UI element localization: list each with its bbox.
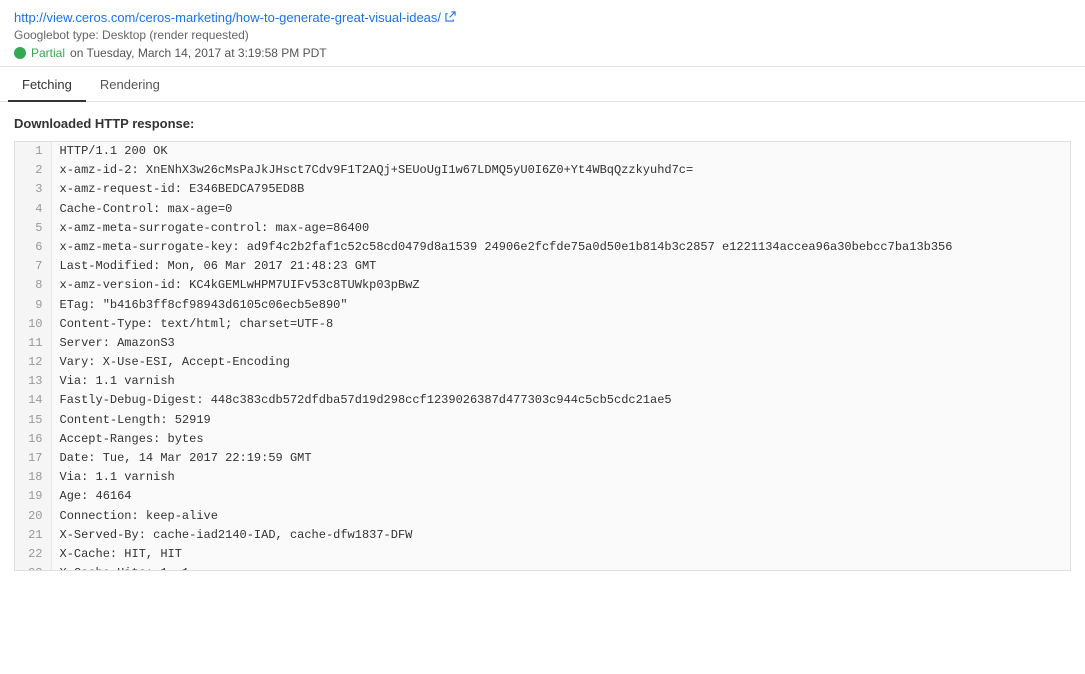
line-number: 13: [15, 372, 51, 391]
tabs-bar: Fetching Rendering: [0, 69, 1085, 102]
status-date: on Tuesday, March 14, 2017 at 3:19:58 PM…: [70, 46, 327, 60]
line-content: x-amz-id-2: XnENhX3w26cMsPaJkJHsct7Cdv9F…: [51, 161, 1070, 180]
line-content: x-amz-meta-surrogate-control: max-age=86…: [51, 219, 1070, 238]
line-content: Via: 1.1 varnish: [51, 372, 1070, 391]
url-row: http://view.ceros.com/ceros-marketing/ho…: [14, 10, 1071, 25]
table-row: 5 x-amz-meta-surrogate-control: max-age=…: [15, 219, 1070, 238]
bot-type: Googlebot type: Desktop (render requeste…: [14, 28, 1071, 42]
http-response-box[interactable]: 1 HTTP/1.1 200 OK 2 x-amz-id-2: XnENhX3w…: [14, 141, 1071, 571]
table-row: 1 HTTP/1.1 200 OK: [15, 142, 1070, 161]
line-number: 15: [15, 411, 51, 430]
table-row: 8 x-amz-version-id: KC4kGEMLwHPM7UIFv53c…: [15, 276, 1070, 295]
line-content: Content-Type: text/html; charset=UTF-8: [51, 315, 1070, 334]
line-content: HTTP/1.1 200 OK: [51, 142, 1070, 161]
line-content: Content-Length: 52919: [51, 411, 1070, 430]
line-content: Date: Tue, 14 Mar 2017 22:19:59 GMT: [51, 449, 1070, 468]
line-number: 4: [15, 200, 51, 219]
line-content: x-amz-request-id: E346BEDCA795ED8B: [51, 180, 1070, 199]
url-link[interactable]: http://view.ceros.com/ceros-marketing/ho…: [14, 10, 441, 25]
tab-rendering[interactable]: Rendering: [86, 69, 174, 102]
table-row: 20 Connection: keep-alive: [15, 507, 1070, 526]
table-row: 19 Age: 46164: [15, 487, 1070, 506]
tab-fetching[interactable]: Fetching: [8, 69, 86, 102]
table-row: 14 Fastly-Debug-Digest: 448c383cdb572dfd…: [15, 391, 1070, 410]
status-dot: [14, 47, 26, 59]
line-content: Connection: keep-alive: [51, 507, 1070, 526]
line-content: Vary: X-Use-ESI, Accept-Encoding: [51, 353, 1070, 372]
line-content: Cache-Control: max-age=0: [51, 200, 1070, 219]
top-bar: http://view.ceros.com/ceros-marketing/ho…: [0, 0, 1085, 67]
line-number: 3: [15, 180, 51, 199]
table-row: 15 Content-Length: 52919: [15, 411, 1070, 430]
table-row: 12 Vary: X-Use-ESI, Accept-Encoding: [15, 353, 1070, 372]
line-content: Age: 46164: [51, 487, 1070, 506]
table-row: 22 X-Cache: HIT, HIT: [15, 545, 1070, 564]
line-content: Accept-Ranges: bytes: [51, 430, 1070, 449]
line-number: 21: [15, 526, 51, 545]
line-number: 22: [15, 545, 51, 564]
table-row: 23 X-Cache-Hits: 1, 1: [15, 564, 1070, 571]
line-number: 16: [15, 430, 51, 449]
table-row: 18 Via: 1.1 varnish: [15, 468, 1070, 487]
line-number: 14: [15, 391, 51, 410]
line-content: Via: 1.1 varnish: [51, 468, 1070, 487]
line-content: x-amz-meta-surrogate-key: ad9f4c2b2faf1c…: [51, 238, 1070, 257]
table-row: 16 Accept-Ranges: bytes: [15, 430, 1070, 449]
table-row: 3 x-amz-request-id: E346BEDCA795ED8B: [15, 180, 1070, 199]
line-number: 1: [15, 142, 51, 161]
line-number: 23: [15, 564, 51, 571]
line-number: 10: [15, 315, 51, 334]
table-row: 11 Server: AmazonS3: [15, 334, 1070, 353]
line-number: 2: [15, 161, 51, 180]
response-table: 1 HTTP/1.1 200 OK 2 x-amz-id-2: XnENhX3w…: [15, 142, 1070, 571]
line-number: 7: [15, 257, 51, 276]
table-row: 7 Last-Modified: Mon, 06 Mar 2017 21:48:…: [15, 257, 1070, 276]
table-row: 10 Content-Type: text/html; charset=UTF-…: [15, 315, 1070, 334]
line-number: 8: [15, 276, 51, 295]
status-line: Partial on Tuesday, March 14, 2017 at 3:…: [14, 46, 1071, 60]
content-area: Downloaded HTTP response: 1 HTTP/1.1 200…: [0, 102, 1085, 571]
line-content: X-Cache: HIT, HIT: [51, 545, 1070, 564]
line-number: 18: [15, 468, 51, 487]
line-content: Fastly-Debug-Digest: 448c383cdb572dfdba5…: [51, 391, 1070, 410]
external-link-icon: [445, 11, 456, 22]
line-number: 9: [15, 296, 51, 315]
line-number: 17: [15, 449, 51, 468]
line-content: Last-Modified: Mon, 06 Mar 2017 21:48:23…: [51, 257, 1070, 276]
table-row: 2 x-amz-id-2: XnENhX3w26cMsPaJkJHsct7Cdv…: [15, 161, 1070, 180]
table-row: 17 Date: Tue, 14 Mar 2017 22:19:59 GMT: [15, 449, 1070, 468]
partial-label: Partial: [31, 46, 65, 60]
line-number: 19: [15, 487, 51, 506]
section-title: Downloaded HTTP response:: [14, 116, 1071, 131]
line-number: 12: [15, 353, 51, 372]
line-content: x-amz-version-id: KC4kGEMLwHPM7UIFv53c8T…: [51, 276, 1070, 295]
line-number: 11: [15, 334, 51, 353]
table-row: 6 x-amz-meta-surrogate-key: ad9f4c2b2faf…: [15, 238, 1070, 257]
line-content: ETag: "b416b3ff8cf98943d6105c06ecb5e890": [51, 296, 1070, 315]
line-number: 5: [15, 219, 51, 238]
line-number: 6: [15, 238, 51, 257]
table-row: 21 X-Served-By: cache-iad2140-IAD, cache…: [15, 526, 1070, 545]
line-content: X-Served-By: cache-iad2140-IAD, cache-df…: [51, 526, 1070, 545]
line-content: Server: AmazonS3: [51, 334, 1070, 353]
table-row: 13 Via: 1.1 varnish: [15, 372, 1070, 391]
table-row: 9 ETag: "b416b3ff8cf98943d6105c06ecb5e89…: [15, 296, 1070, 315]
line-number: 20: [15, 507, 51, 526]
table-row: 4 Cache-Control: max-age=0: [15, 200, 1070, 219]
line-content: X-Cache-Hits: 1, 1: [51, 564, 1070, 571]
